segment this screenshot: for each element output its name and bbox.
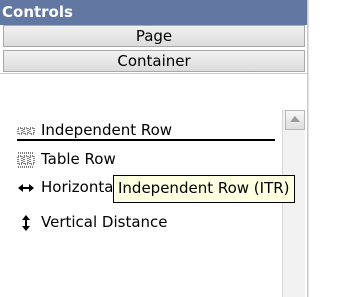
independent-row-icon (17, 122, 35, 140)
panel-title: Controls (0, 0, 307, 25)
tab-container[interactable]: Container (3, 50, 305, 72)
list-item-label: Table Row (41, 150, 116, 168)
list-item-label: Vertical Distance (41, 213, 168, 231)
table-row-icon (17, 151, 35, 169)
list-item-vertical-distance[interactable]: Vertical Distance (17, 210, 168, 234)
horizontal-distance-icon (17, 179, 35, 197)
divider (0, 73, 307, 74)
right-pane (308, 0, 343, 297)
tab-page[interactable]: Page (3, 25, 305, 47)
list-item-label: Independent Row (41, 121, 173, 139)
vertical-scrollbar[interactable] (282, 110, 305, 297)
list-item-table-row[interactable]: Table Row (17, 147, 116, 171)
vertical-distance-icon (17, 214, 35, 232)
scroll-up-button[interactable] (285, 110, 305, 130)
tooltip: Independent Row (ITR) (113, 175, 295, 203)
controls-panel: Controls Page Container Independent Row … (0, 0, 308, 297)
selected-row-underline (17, 139, 275, 141)
